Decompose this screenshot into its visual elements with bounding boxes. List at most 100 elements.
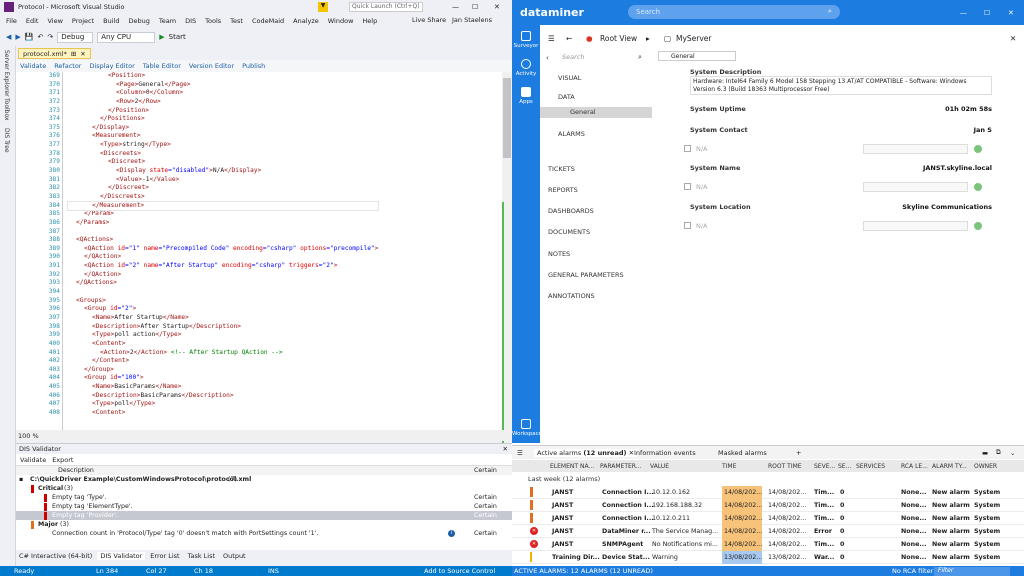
code-line[interactable]: </QAction> [68, 271, 378, 280]
menu-test[interactable]: Test [230, 17, 243, 25]
code-line[interactable]: </Position> [68, 107, 378, 116]
code-line[interactable]: <Name>BasicParams</Name> [68, 383, 378, 392]
code-line[interactable]: <Display state="disabled">N/A</Display> [68, 167, 378, 176]
menu-analyze[interactable]: Analyze [293, 17, 319, 25]
filter-icon[interactable]: ▼ [318, 2, 328, 12]
editor-vertical-scrollbar[interactable] [502, 72, 512, 492]
filter-input[interactable]: Filter [934, 566, 1010, 576]
side-back-icon[interactable]: ‹ [546, 54, 549, 62]
alarm-group-row[interactable]: Last week (12 alarms) [512, 472, 1024, 486]
bottom-tab-4[interactable]: Output [220, 552, 249, 560]
code-line[interactable] [68, 288, 378, 297]
alarm-row[interactable]: ✕ JANST SNMPAgent No Notifications mi... 14/… [512, 537, 1024, 551]
code-line[interactable] [68, 228, 378, 237]
side-search-icon[interactable]: ⌕ [638, 53, 642, 62]
tab-close-icon[interactable]: ✕ [80, 50, 85, 58]
code-line[interactable]: </Discreet> [68, 184, 378, 193]
code-line[interactable]: </QActions> [68, 279, 378, 288]
location-apply-icon[interactable] [974, 222, 982, 230]
side-menu-general[interactable]: General [540, 107, 652, 118]
side-menu-tickets[interactable]: TICKETS [548, 165, 575, 173]
code-line[interactable]: </Discreets> [68, 193, 378, 202]
toolbox-tab[interactable]: Toolbox [3, 98, 10, 121]
alarm-column-7[interactable]: SERVICES [856, 463, 885, 470]
code-line[interactable]: <QActions> [68, 236, 378, 245]
code-line[interactable]: </Positions> [68, 115, 378, 124]
alarm-column-6[interactable]: SE... [838, 463, 851, 470]
code-line[interactable]: <Discreets> [68, 150, 378, 159]
dm-maximize-icon[interactable]: ☐ [984, 9, 990, 17]
menu-edit[interactable]: Edit [26, 17, 39, 25]
zoom-level[interactable]: 100 % [18, 432, 39, 440]
code-line[interactable]: <Page>General</Page> [68, 81, 378, 90]
user-name[interactable]: Jan Staelens [452, 16, 492, 24]
minimize-icon[interactable]: — [452, 3, 459, 11]
alarm-row[interactable]: JANST Connection I... 192.168.188.32 14/08/… [512, 498, 1024, 512]
code-line[interactable]: <Name>After Startup</Name> [68, 314, 378, 323]
code-line[interactable]: <Row>2</Row> [68, 98, 378, 107]
dis-toolbar-display-editor[interactable]: Display Editor [89, 62, 134, 70]
location-input[interactable] [863, 221, 968, 231]
code-line[interactable]: <Discreet> [68, 158, 378, 167]
bottom-tab-2[interactable]: Error List [147, 552, 182, 560]
panel-close-icon[interactable]: ✕ [503, 445, 508, 453]
code-line[interactable]: <Group id="100"> [68, 374, 378, 383]
code-line[interactable]: <Value>-1</Value> [68, 176, 378, 185]
back-arrow-icon[interactable]: ← [566, 34, 572, 43]
tab-active-alarms[interactable]: Active alarms (12 unread) ✕ [534, 448, 638, 457]
dm-search-icon[interactable]: ⌕ [828, 7, 832, 16]
popout-icon[interactable]: ⧉ [996, 448, 1001, 457]
name-checkbox[interactable] [684, 183, 691, 190]
card-close-icon[interactable]: ✕ [1010, 34, 1016, 43]
code-line[interactable]: </Content> [68, 357, 378, 366]
side-menu-general-parameters[interactable]: GENERAL PARAMETERS [548, 271, 624, 279]
config-select[interactable]: Debug [57, 31, 94, 43]
alarm-row[interactable]: ✕ JANST DataMiner r... The Service Manag...… [512, 524, 1024, 538]
alarm-column-9[interactable]: ALARM TY... [932, 463, 967, 470]
menu-icon[interactable]: ☰ [548, 34, 555, 43]
location-checkbox[interactable] [684, 222, 691, 229]
collapse-icon[interactable]: ▪ [19, 476, 23, 483]
dm-search-input[interactable]: Search [628, 5, 840, 19]
major-item-row[interactable]: Connection count in 'Protocol/Type' tag … [16, 529, 512, 538]
code-line[interactable]: <Measurement> [68, 132, 378, 141]
code-line[interactable]: <Description>BasicParams</Description> [68, 392, 378, 401]
side-menu-annotations[interactable]: ANNOTATIONS [548, 292, 595, 300]
contact-input[interactable] [863, 144, 968, 154]
alarm-column-2[interactable]: VALUE [650, 463, 669, 470]
tab-masked-alarms[interactable]: Masked alarms [718, 449, 767, 457]
validator-item-row[interactable]: Empty tag 'Provider'. Certain [16, 511, 512, 520]
critical-group-row[interactable]: Critical (3) [16, 484, 512, 493]
maximize-icon[interactable]: ☐ [472, 3, 478, 11]
major-group-row[interactable]: Major (3) [16, 520, 512, 529]
back-icon[interactable]: ◀ [6, 33, 11, 41]
undo-icon[interactable]: ↶ [38, 33, 44, 41]
export-button[interactable]: Export [52, 456, 73, 464]
save-icon[interactable]: 💾 [25, 33, 34, 41]
description-column[interactable]: Description [58, 467, 94, 474]
collapse-panel-icon[interactable]: ⌄ [1010, 449, 1015, 457]
side-menu-visual[interactable]: VISUAL [558, 74, 581, 82]
menu-team[interactable]: Team [159, 17, 176, 25]
code-line[interactable]: <Action>2</Action> <!-- After Startup QA… [68, 349, 378, 358]
start-icon[interactable]: ▶ [159, 33, 164, 41]
alarm-menu-icon[interactable]: ☰ [517, 449, 523, 457]
name-input[interactable] [863, 182, 968, 192]
menu-codemaid[interactable]: CodeMaid [252, 17, 284, 25]
alarm-row[interactable]: JANST Connection I... 10.12.0.211 14/08/202… [512, 511, 1024, 525]
code-line[interactable]: <Content> [68, 409, 378, 418]
menu-tools[interactable]: Tools [205, 17, 221, 25]
platform-select[interactable]: Any CPU [97, 31, 156, 43]
code-line[interactable]: <Group id="2"> [68, 305, 378, 314]
validator-item-row[interactable]: Empty tag 'Type'. Certain [16, 493, 512, 502]
code-line[interactable]: </Params> [68, 219, 378, 228]
server-explorer-tab[interactable]: Server Explorer [3, 50, 10, 97]
side-menu-notes[interactable]: NOTES [548, 250, 570, 258]
code-line[interactable]: <Description>After Startup</Description> [68, 323, 378, 332]
code-line[interactable]: <Type>string</Type> [68, 141, 378, 150]
menu-debug[interactable]: Debug [129, 17, 150, 25]
dm-close-icon[interactable]: ✕ [1008, 9, 1014, 17]
info-icon[interactable]: i [448, 530, 455, 537]
contact-checkbox[interactable] [684, 145, 691, 152]
alarm-row[interactable]: JANST Connection I... 10.12.0.162 14/08/202… [512, 485, 1024, 499]
